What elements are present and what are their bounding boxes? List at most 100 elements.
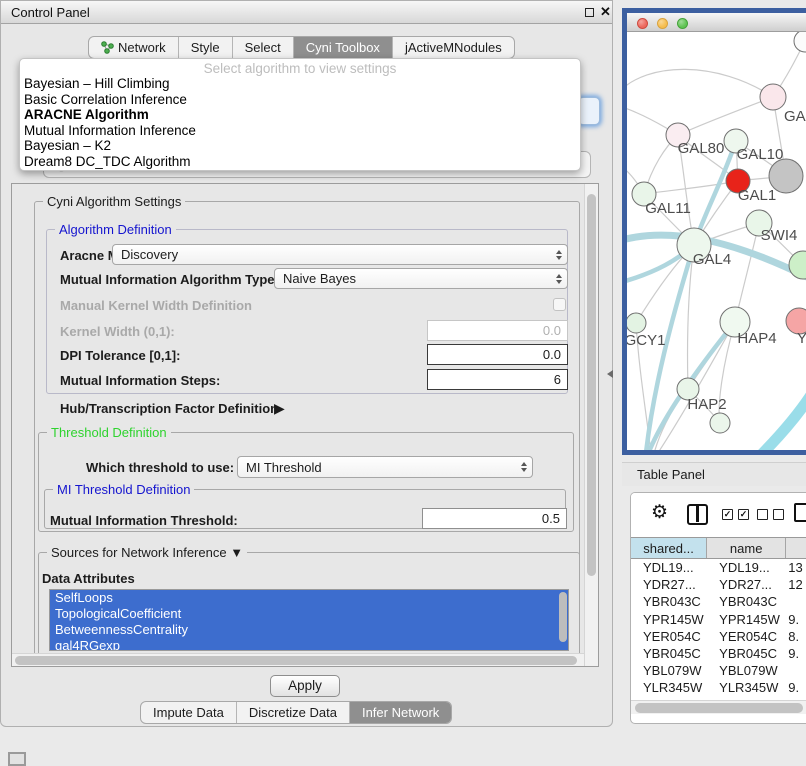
list-scrollbar-thumb[interactable]: [559, 592, 567, 642]
network-node-gcy1[interactable]: [627, 313, 646, 333]
unchecked-box-icon[interactable]: [757, 509, 768, 520]
tab-label: Select: [245, 40, 281, 55]
tab-infer-network[interactable]: Infer Network: [350, 702, 451, 723]
table-cell: YBR045C: [631, 645, 707, 662]
attribute-item[interactable]: SelfLoops: [50, 590, 568, 606]
network-node[interactable]: [710, 413, 730, 433]
algorithm-option[interactable]: Bayesian – K2: [20, 138, 580, 154]
network-canvas[interactable]: GALGAL80GAL10GAL1GAL11SWI4GAL4GCY1HAP4YH…: [627, 32, 806, 450]
table-cell: YDL19...: [707, 559, 786, 576]
table-row[interactable]: YDR27...YDR27...12: [631, 576, 806, 593]
checked-box-icon[interactable]: ✓: [738, 509, 749, 520]
zoom-traffic-light[interactable]: [677, 18, 688, 29]
vertical-scrollbar[interactable]: [584, 184, 598, 667]
table-row[interactable]: YPR145WYPR145W9.: [631, 611, 806, 628]
close-icon[interactable]: ✕: [600, 4, 611, 20]
table-row[interactable]: YBL079WYBL079W: [631, 662, 806, 679]
attribute-item[interactable]: gal4RGexp: [50, 638, 568, 651]
tab-select[interactable]: Select: [233, 37, 294, 58]
table-doc-icon[interactable]: [794, 503, 806, 522]
mi-steps-input[interactable]: 6: [427, 369, 568, 390]
mi-threshold-input[interactable]: 0.5: [422, 508, 567, 529]
node-label: GAL: [784, 108, 806, 125]
checked-box-icon[interactable]: ✓: [722, 509, 733, 520]
table-cell: YER054C: [707, 628, 786, 645]
table-cell: 9: [786, 697, 806, 700]
columns-icon[interactable]: [687, 504, 708, 525]
mi-threshold-label: Mutual Information Threshold:: [50, 513, 238, 528]
mini-float-icon[interactable]: [8, 752, 26, 766]
table-row[interactable]: YDL19...YDL19...13: [631, 559, 806, 576]
control-panel-titlebar[interactable]: Control Panel ✕: [1, 1, 612, 24]
mi-type-combo[interactable]: Naive Bayes: [274, 268, 568, 289]
table-row[interactable]: YBR045CYBR045C9.: [631, 645, 806, 662]
tab-label: Style: [191, 40, 220, 55]
network-graph[interactable]: GALGAL80GAL10GAL1GAL11SWI4GAL4GCY1HAP4YH…: [627, 32, 806, 450]
network-node-gal[interactable]: [760, 84, 786, 110]
table-cell: 9.: [786, 645, 806, 662]
column-header-cut[interactable]: [786, 538, 806, 558]
expand-arrow-icon[interactable]: ▼: [230, 545, 243, 560]
algorithm-option[interactable]: Dream8 DC_TDC Algorithm: [20, 154, 580, 170]
manual-kernel-checkbox[interactable]: [553, 298, 566, 311]
table-h-thumb[interactable]: [635, 703, 803, 713]
aracne-mode-combo[interactable]: Discovery: [112, 244, 568, 265]
dpi-tolerance-input[interactable]: 0.0: [427, 344, 568, 365]
attribute-item[interactable]: BetweennessCentrality: [50, 622, 568, 638]
table-toolbar: ⚙ ✓ ✓: [631, 493, 806, 537]
table-cell: YDR27...: [707, 576, 786, 593]
network-window-titlebar[interactable]: [627, 13, 806, 32]
table-cell: YDL19...: [631, 559, 707, 576]
algorithm-option[interactable]: ARACNE Algorithm: [20, 107, 580, 123]
tab-label: Infer Network: [362, 705, 439, 720]
combo-arrows-icon: [551, 250, 567, 260]
collapse-arrow-icon[interactable]: ▶: [274, 400, 285, 417]
float-icon[interactable]: [585, 8, 594, 17]
focused-combo-fragment[interactable]: [578, 97, 600, 125]
table-h-scrollbar[interactable]: [631, 700, 806, 714]
tab-network[interactable]: Network: [89, 37, 179, 58]
table-row[interactable]: YER054CYER054C8.: [631, 628, 806, 645]
v-scrollbar-thumb[interactable]: [587, 194, 596, 576]
table-cell: [786, 593, 806, 610]
tab-cyni-toolbox[interactable]: Cyni Toolbox: [294, 37, 393, 58]
close-traffic-light[interactable]: [637, 18, 648, 29]
tab-jactivemnodules[interactable]: jActiveMNodules: [393, 37, 514, 58]
table-cell: 9.: [786, 611, 806, 628]
tab-discretize-data[interactable]: Discretize Data: [237, 702, 350, 723]
minimize-traffic-light[interactable]: [657, 18, 668, 29]
panel-title: Control Panel: [11, 5, 90, 20]
network-node[interactable]: [789, 251, 806, 279]
apply-button[interactable]: Apply: [270, 675, 340, 697]
tab-impute-data[interactable]: Impute Data: [141, 702, 237, 723]
network-node[interactable]: [794, 32, 806, 52]
which-threshold-combo[interactable]: MI Threshold: [237, 456, 533, 478]
column-header-shared...[interactable]: shared...: [631, 538, 707, 558]
hub-definition-label[interactable]: Hub/Transcription Factor Definition: [60, 401, 278, 416]
node-label: Y: [797, 330, 806, 347]
table-cell: YLR345W: [631, 679, 707, 696]
node-label: GAL1: [738, 187, 776, 204]
which-threshold-label: Which threshold to use:: [86, 460, 234, 475]
h-scrollbar-thumb[interactable]: [15, 656, 577, 665]
table-cell: YPR145W: [631, 611, 707, 628]
tab-label: Impute Data: [153, 705, 224, 720]
table-row[interactable]: YBR043CYBR043C: [631, 593, 806, 610]
splitter-collapse-icon[interactable]: [607, 370, 613, 378]
node-label: GAL4: [693, 251, 731, 268]
table-row[interactable]: YLR345WYLR345W9.: [631, 679, 806, 696]
algorithm-option[interactable]: Bayesian – Hill Climbing: [20, 76, 580, 92]
gear-icon[interactable]: ⚙: [651, 501, 668, 524]
horizontal-scrollbar[interactable]: [12, 653, 584, 666]
kernel-width-input[interactable]: 0.0: [427, 320, 568, 341]
algorithm-option[interactable]: Mutual Information Inference: [20, 123, 580, 139]
table-cell: YPR145W: [707, 611, 786, 628]
algorithm-option[interactable]: Basic Correlation Inference: [20, 92, 580, 108]
attribute-item[interactable]: TopologicalCoefficient: [50, 606, 568, 622]
algorithm-list: Bayesian – Hill ClimbingBasic Correlatio…: [20, 76, 580, 169]
tab-style[interactable]: Style: [179, 37, 233, 58]
unchecked-box-icon[interactable]: [773, 509, 784, 520]
table-row[interactable]: YIL052CYIL052C9: [631, 697, 806, 700]
network-view-frame: GALGAL80GAL10GAL1GAL11SWI4GAL4GCY1HAP4YH…: [622, 8, 806, 455]
column-header-name[interactable]: name: [707, 538, 786, 558]
